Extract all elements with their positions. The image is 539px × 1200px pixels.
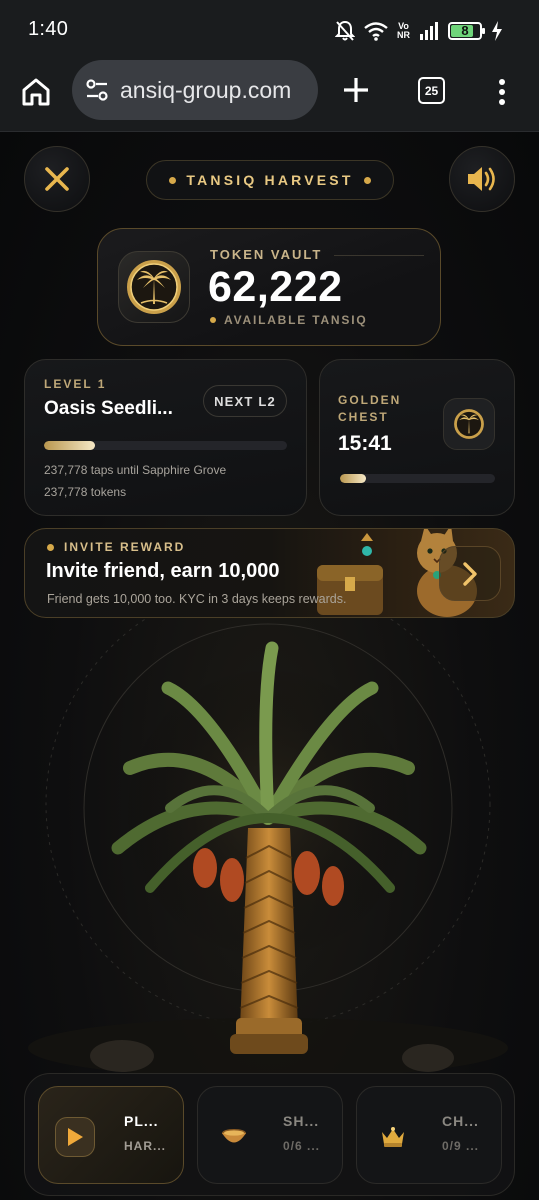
- status-time: 1:40: [28, 18, 69, 40]
- level-name: Oasis Seedli...: [44, 398, 173, 419]
- vault-sub-dot: [210, 317, 216, 323]
- chest-progress-fill: [340, 474, 367, 483]
- signal-icon: [420, 22, 438, 40]
- chevron-right-icon: [463, 561, 477, 586]
- crown-icon-box: [373, 1117, 413, 1157]
- level-card[interactable]: LEVEL 1 Oasis Seedli... NEXT L2 237,778 …: [24, 359, 307, 516]
- bowl-icon: [222, 1129, 246, 1143]
- browser-toolbar: ansiq-group.com 25: [0, 60, 539, 132]
- vault-label: TOKEN VAULT: [210, 247, 323, 262]
- chest-icon-box: [443, 398, 495, 450]
- chest-progress-bar: [340, 474, 495, 483]
- palm-coin-icon: [454, 409, 484, 439]
- vault-sub-text: AVAILABLE TANSIQ: [224, 313, 368, 327]
- invite-title: Invite friend, earn 10,000: [46, 560, 280, 582]
- sound-button[interactable]: [449, 146, 515, 212]
- nav-shop-sub: 0/6 ...: [283, 1139, 321, 1153]
- close-icon: [45, 167, 69, 191]
- url-text[interactable]: ansiq-group.com: [120, 77, 291, 104]
- game-page: TANSIQ HARVEST TOKEN VAULT 62,222 AVAILA…: [0, 132, 539, 1200]
- level-tokens-text: 237,778 tokens: [44, 485, 127, 499]
- invite-label-text: INVITE REWARD: [64, 540, 186, 554]
- invite-arrow-button[interactable]: [439, 546, 501, 601]
- play-icon: [68, 1128, 83, 1146]
- bell-off-icon: [335, 20, 355, 41]
- nav-play-sub: HAR...: [124, 1139, 166, 1153]
- speaker-icon: [468, 167, 495, 191]
- home-icon[interactable]: [20, 76, 52, 108]
- wifi-icon: [364, 22, 388, 41]
- level-progress-fill: [44, 441, 96, 450]
- tab-switcher-button[interactable]: 25: [418, 77, 445, 104]
- golden-chest-card[interactable]: GOLDEN CHEST 15:41: [319, 359, 515, 516]
- nav-shop[interactable]: SH... 0/6 ...: [197, 1086, 343, 1184]
- palm-coin-icon: [127, 260, 181, 314]
- title-dot-left: [169, 176, 177, 184]
- volte-indicator: Vo NR: [397, 22, 410, 40]
- battery-icon: 8: [448, 22, 485, 40]
- nav-challenges-sub: 0/9 ...: [442, 1139, 480, 1153]
- palm-tree-tap-area[interactable]: [0, 618, 539, 1088]
- invite-label: INVITE REWARD: [47, 540, 185, 554]
- vault-sub: AVAILABLE TANSIQ: [210, 313, 367, 327]
- crown-icon: [382, 1127, 404, 1147]
- nav-play-title: PL...: [124, 1113, 159, 1129]
- vault-divider: [334, 255, 424, 256]
- next-level-pill[interactable]: NEXT L2: [203, 385, 287, 417]
- level-progress-bar: [44, 441, 287, 450]
- level-label: LEVEL 1: [44, 377, 107, 391]
- more-menu-icon[interactable]: [490, 76, 514, 108]
- new-tab-icon[interactable]: [340, 74, 372, 106]
- title-dot-right: [363, 176, 371, 184]
- game-title-pill: TANSIQ HARVEST: [146, 160, 394, 200]
- status-bar: 1:40 Vo NR 8: [0, 0, 539, 60]
- invite-dot: [47, 543, 54, 551]
- site-settings-icon[interactable]: [84, 77, 110, 103]
- nav-shop-title: SH...: [283, 1113, 320, 1129]
- level-taps-text: 237,778 taps until Sapphire Grove: [44, 463, 227, 477]
- nav-challenges-title: CH...: [442, 1113, 479, 1129]
- status-icons: Vo NR 8: [335, 18, 503, 44]
- nav-challenges[interactable]: CH... 0/9 ...: [356, 1086, 502, 1184]
- chest-label: GOLDEN CHEST: [338, 393, 402, 424]
- nav-play[interactable]: PL... HAR...: [38, 1086, 184, 1184]
- volte-bottom: NR: [397, 30, 410, 40]
- token-vault-card: TOKEN VAULT 62,222 AVAILABLE TANSIQ: [97, 228, 441, 346]
- charging-icon: [492, 21, 502, 41]
- vault-value: 62,222: [208, 263, 343, 311]
- invite-reward-banner[interactable]: INVITE REWARD Invite friend, earn 10,000…: [24, 528, 515, 618]
- url-bar[interactable]: ansiq-group.com: [72, 60, 318, 120]
- vault-emblem: [118, 251, 190, 323]
- close-button[interactable]: [24, 146, 90, 212]
- bottom-nav: PL... HAR... SH... 0/6 ... CH... 0/9 ...: [24, 1073, 515, 1196]
- bowl-icon-box: [214, 1117, 254, 1157]
- game-title: TANSIQ HARVEST: [186, 172, 354, 188]
- battery-text: 8: [461, 23, 469, 38]
- invite-subtitle: Friend gets 10,000 too. KYC in 3 days ke…: [47, 592, 347, 606]
- chest-timer: 15:41: [338, 432, 392, 455]
- play-icon-box: [55, 1117, 95, 1157]
